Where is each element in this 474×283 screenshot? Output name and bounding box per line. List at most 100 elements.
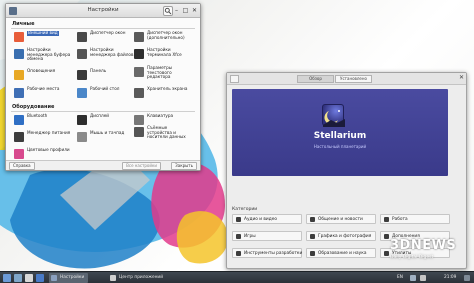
app-menu-icon[interactable] [3,274,11,282]
text-editor-icon [134,67,144,77]
setting-label: Рабочий стол [90,86,120,91]
setting-label: Настройки менеджера буфера обмена [27,47,71,62]
watermark-subtitle: Daily Digital Digest [390,255,434,260]
close-settings-button[interactable]: Закрыть [171,162,197,170]
setting-clipboard[interactable]: Настройки менеджера буфера обмена [14,47,72,62]
search-icon[interactable] [230,75,239,83]
category-education[interactable]: Образование и наука [306,248,376,258]
clipboard-icon [14,49,24,59]
show-desktop-icon[interactable] [464,275,470,281]
setting-screensaver[interactable]: Хранитель экрана [134,86,192,101]
setting-label: Настройки менеджера файлов [90,47,134,57]
keyboard-icon [134,115,144,125]
category-audio-video[interactable]: Аудио и видео [232,214,302,224]
task-label: Настройки [60,275,85,280]
notifications-icon [14,70,24,80]
category-graphics[interactable]: Графика и фотография [306,231,376,241]
volume-icon[interactable] [420,275,426,281]
category-developer-tools[interactable]: Инструменты разработки [232,248,302,258]
setting-label: Цветовые профили [27,147,70,152]
category-communication[interactable]: Общение и новости [306,214,376,224]
software-header[interactable]: Обзор Установлено ✕ [227,73,466,85]
terminal-icon [134,49,144,59]
watermark: 3DNEWS Daily Digital Digest [380,236,474,266]
desktop-icon [77,88,87,98]
setting-appearance[interactable]: Внешний вид [14,30,72,45]
file-manager-icon [77,49,87,59]
setting-label: Хранитель экрана [147,86,188,91]
task-settings[interactable]: Настройки [49,273,89,283]
category-productivity[interactable]: Работа [380,214,450,224]
category-label: Работа [392,217,408,222]
divider [11,111,195,112]
categories-title: Категории [232,207,258,212]
category-label: Игры [244,234,256,239]
setting-label: Диспетчер окон (дополнительно) [147,30,185,40]
window-manager-tweaks-icon [134,32,144,42]
close-icon[interactable]: ✕ [459,74,464,81]
setting-desktop[interactable]: Рабочий стол [77,86,135,101]
setting-text-editor[interactable]: Параметры текстового редактора [134,65,192,80]
setting-removable-drives[interactable]: Съёмные устройства и носители данных [134,125,192,140]
setting-window-manager[interactable]: Диспетчер окон [77,30,135,45]
games-icon [236,234,241,239]
browser-icon[interactable] [36,274,44,282]
keyboard-layout-indicator[interactable]: EN [397,275,403,280]
display-icon [77,115,87,125]
network-icon[interactable] [410,275,416,281]
setting-label: Рабочие места [27,86,60,91]
setting-label: Настройки терминала Xfce [147,47,182,57]
featured-banner[interactable]: Stellarium Настольный планетарий [232,89,448,176]
setting-power-manager[interactable]: Менеджер питания [14,130,72,145]
category-label: Общение и новости [318,217,363,222]
category-label: Аудио и видео [244,217,277,222]
color-profiles-icon [14,149,24,159]
files-icon[interactable] [14,274,22,282]
help-button[interactable]: Справка [9,162,35,170]
category-games[interactable]: Игры [232,231,302,241]
communication-icon [310,217,315,222]
setting-label: Оповещения [27,68,56,73]
power-manager-icon [14,132,24,142]
workspaces-icon [14,88,24,98]
window-manager-icon [77,32,87,42]
setting-panel[interactable]: Панель [77,68,135,83]
terminal-launcher-icon[interactable] [25,274,33,282]
setting-bluetooth[interactable]: Bluetooth [14,113,72,128]
category-label: Графика и фотография [318,234,372,239]
category-label: Инструменты разработки [244,251,303,256]
setting-label: Параметры текстового редактора [147,65,173,80]
section-hardware-label: Оборудование [12,104,55,110]
category-label: Образование и наука [318,251,367,256]
setting-label: Bluetooth [27,113,48,118]
all-settings-button[interactable]: Все настройки [122,162,161,170]
setting-terminal[interactable]: Настройки терминала Xfce [134,47,192,62]
graphics-icon [310,234,315,239]
setting-notifications[interactable]: Оповещения [14,68,72,83]
tab-installed[interactable]: Установлено [335,75,372,83]
clock[interactable]: 21:09 [444,275,456,280]
watermark-logo: 3DNEWS [390,238,457,253]
minimize-button[interactable]: – [172,6,181,16]
mouse-icon [77,132,87,142]
setting-window-manager-tweaks[interactable]: Диспетчер окон (дополнительно) [134,30,192,45]
close-button[interactable]: ✕ [190,6,199,16]
maximize-button[interactable]: □ [181,6,190,16]
tab-overview[interactable]: Обзор [297,75,334,83]
divider [11,28,195,29]
settings-titlebar[interactable]: Настройки – □ ✕ [6,4,200,18]
setting-workspaces[interactable]: Рабочие места [14,86,72,101]
stellarium-icon [322,104,345,127]
featured-app-tagline: Настольный планетарий [313,144,367,149]
setting-file-manager[interactable]: Настройки менеджера файлов [77,47,135,62]
setting-label: Внешний вид [27,30,59,36]
featured-app-name: Stellarium [313,131,367,141]
software-center-task-icon [110,275,116,281]
setting-mouse[interactable]: Мышь и тачпад [77,130,135,145]
setting-label: Мышь и тачпад [90,130,125,135]
bluetooth-icon [14,115,24,125]
setting-label: Съёмные устройства и носители данных [147,125,186,140]
settings-footer: Справка Все настройки Закрыть [6,160,200,170]
setting-display[interactable]: Дисплей [77,113,135,128]
task-software-center[interactable]: Центр приложений [108,273,167,283]
